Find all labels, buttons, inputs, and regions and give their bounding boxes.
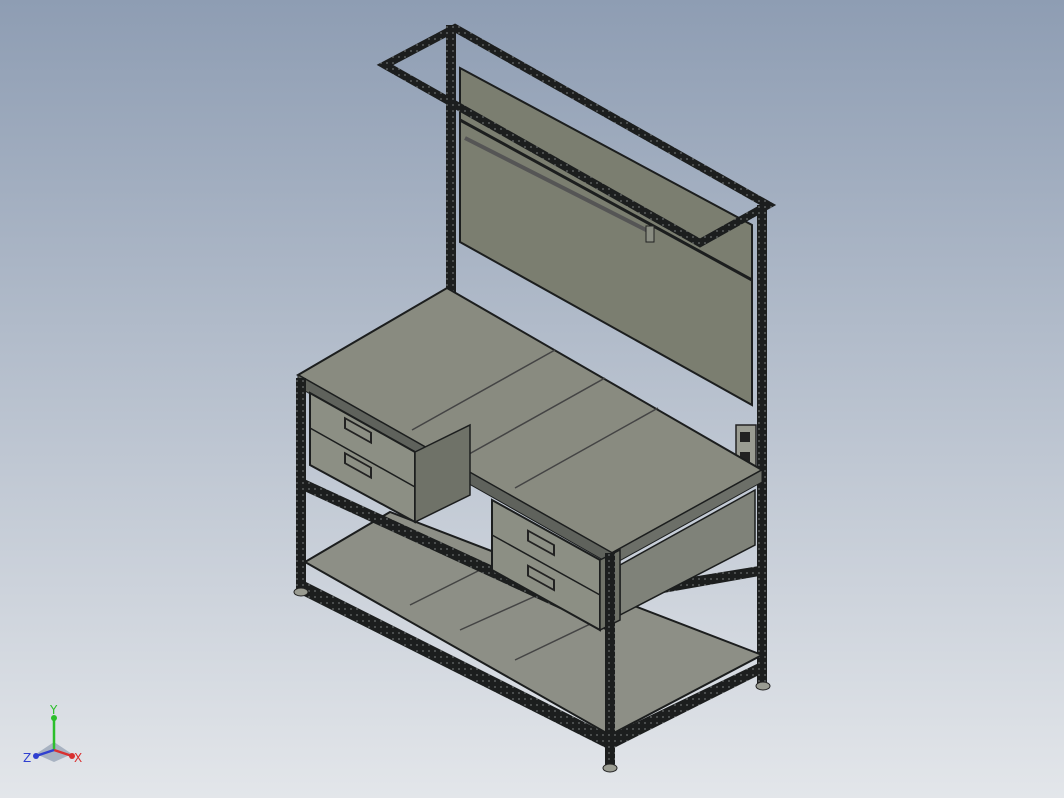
cad-viewport[interactable]: Y X Z (0, 0, 1064, 798)
rail-bracket (645, 225, 655, 243)
foot-front-left (293, 587, 309, 597)
workbench-model-view[interactable] (0, 0, 1064, 798)
upright-front-left (296, 378, 306, 590)
triad-x-label: X (74, 751, 82, 765)
outlet-socket-1 (740, 432, 750, 442)
triad-y-label: Y (49, 703, 58, 717)
upright-back-right (757, 205, 767, 685)
triad-z-tip (33, 753, 39, 759)
foot-back-right (755, 681, 771, 691)
foot-front-right (602, 763, 618, 773)
triad-z-label: Z (23, 751, 31, 765)
upright-back-left (446, 25, 456, 295)
orientation-triad[interactable]: Y X Z (14, 700, 94, 780)
upright-front-right (605, 553, 615, 765)
